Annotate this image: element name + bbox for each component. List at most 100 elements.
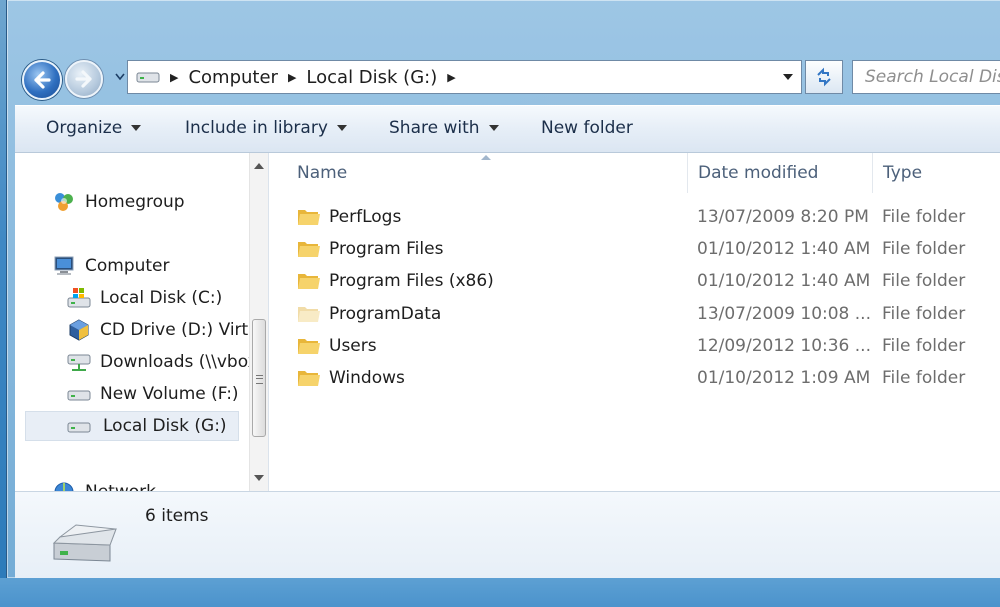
organize-label: Organize <box>46 118 123 138</box>
column-label-type: Type <box>883 163 923 183</box>
scrollbar-thumb[interactable] <box>252 319 266 437</box>
folder-icon <box>298 274 320 289</box>
breadcrumb-separator[interactable]: ▶ <box>170 71 178 84</box>
share-with-label: Share with <box>389 118 480 138</box>
file-date: 13/07/2009 10:08 ... <box>697 304 871 324</box>
address-bar[interactable]: ▶ Computer ▶ Local Disk (G:) ▶ <box>127 60 802 94</box>
back-button[interactable] <box>22 60 62 100</box>
network-icon <box>51 480 77 491</box>
item-count: 6 items <box>145 506 209 526</box>
chevron-down-icon <box>783 73 793 80</box>
chevron-down-icon <box>115 73 125 81</box>
network-drive-icon <box>66 350 92 374</box>
folder-icon <box>298 339 320 354</box>
nav-label-drive-g: Local Disk (G:) <box>103 416 227 436</box>
folder-icon <box>298 371 320 386</box>
file-name: Users <box>329 336 377 356</box>
share-with-menu[interactable]: Share with <box>389 118 499 138</box>
nav-label-drive-f: New Volume (F:) <box>100 384 239 404</box>
nav-item-network[interactable]: Network <box>51 477 156 491</box>
file-type: File folder <box>882 271 966 291</box>
navigation-pane: Homegroup Computer Local Disk (C:) CD Dr… <box>15 153 269 491</box>
file-row[interactable]: ProgramData 13/07/2009 10:08 ... File fo… <box>269 298 1000 330</box>
file-date: 13/07/2009 8:20 PM <box>697 207 869 227</box>
file-type: File folder <box>882 368 966 388</box>
chevron-down-icon <box>488 125 499 131</box>
search-input[interactable]: Search Local Disk (G:) <box>852 60 1000 94</box>
back-arrow-icon <box>34 71 51 89</box>
breadcrumb-local-disk-g[interactable]: Local Disk (G:) <box>306 67 437 88</box>
refresh-icon <box>817 67 831 87</box>
sort-ascending-icon <box>481 155 491 160</box>
file-row[interactable]: PerfLogs 13/07/2009 8:20 PM File folder <box>269 201 1000 233</box>
folder-icon <box>298 210 320 225</box>
nav-item-local-disk-g[interactable]: Local Disk (G:) <box>25 411 239 441</box>
chevron-down-icon <box>131 125 142 131</box>
drive-icon <box>136 72 160 83</box>
file-row[interactable]: Windows 01/10/2012 1:09 AM File folder <box>269 362 1000 394</box>
file-row[interactable]: Program Files (x86) 01/10/2012 1:40 AM F… <box>269 265 1000 297</box>
nav-pane-scrollbar[interactable] <box>249 153 268 491</box>
nav-label-homegroup: Homegroup <box>85 192 185 212</box>
include-in-library-label: Include in library <box>185 118 328 138</box>
scroll-down-arrow-icon[interactable] <box>254 475 264 481</box>
explorer-window: ▶ Computer ▶ Local Disk (G:) ▶ Search Lo… <box>6 0 1000 579</box>
file-type: File folder <box>882 207 966 227</box>
file-name: PerfLogs <box>329 207 402 227</box>
organize-menu[interactable]: Organize <box>46 118 142 138</box>
forward-button[interactable] <box>65 60 103 98</box>
column-header-name[interactable]: Name <box>297 153 687 193</box>
column-label-name: Name <box>297 163 348 183</box>
column-divider[interactable] <box>687 153 688 193</box>
chevron-down-icon <box>336 125 347 131</box>
file-list: Name Date modified Type PerfLogs 13/07/2… <box>269 153 1000 491</box>
command-bar: Organize Include in library Share with N… <box>15 105 1000 153</box>
drive-icon <box>66 382 92 406</box>
breadcrumb-separator[interactable]: ▶ <box>288 71 296 84</box>
folder-icon <box>298 242 320 257</box>
nav-item-downloads-share[interactable]: Downloads (\\vboxsrv) <box>66 347 268 377</box>
drive-large-icon <box>52 524 117 562</box>
nav-label-drive-d: CD Drive (D:) VirtualBox Guest Additions <box>100 320 268 340</box>
nav-item-new-volume-f[interactable]: New Volume (F:) <box>66 379 239 409</box>
recent-pages-dropdown[interactable] <box>114 70 126 84</box>
nav-item-local-disk-c[interactable]: Local Disk (C:) <box>66 283 222 313</box>
scroll-up-arrow-icon[interactable] <box>254 163 264 169</box>
forward-arrow-icon <box>75 70 92 88</box>
file-name: Program Files <box>329 239 444 259</box>
file-date: 01/10/2012 1:40 AM <box>697 239 871 259</box>
nav-label-computer: Computer <box>85 256 170 276</box>
nav-label-drive-c: Local Disk (C:) <box>100 288 223 308</box>
address-history-dropdown[interactable] <box>774 61 801 93</box>
refresh-button[interactable] <box>805 60 843 94</box>
details-pane: 6 items <box>15 491 1000 578</box>
nav-item-homegroup[interactable]: Homegroup <box>51 187 185 217</box>
hidden-folder-icon <box>298 307 320 322</box>
new-folder-button[interactable]: New folder <box>541 118 633 138</box>
breadcrumb-separator[interactable]: ▶ <box>447 71 455 84</box>
file-type: File folder <box>882 336 966 356</box>
nav-label-network: Network <box>85 482 156 491</box>
file-date: 01/10/2012 1:09 AM <box>697 368 871 388</box>
file-row[interactable]: Users 12/09/2012 10:36 ... File folder <box>269 330 1000 362</box>
navigation-bar: ▶ Computer ▶ Local Disk (G:) ▶ Search Lo… <box>7 0 1000 105</box>
computer-icon <box>51 254 77 278</box>
column-divider[interactable] <box>872 153 873 193</box>
include-in-library-menu[interactable]: Include in library <box>185 118 347 138</box>
drive-icon <box>66 414 92 438</box>
column-label-date-modified: Date modified <box>698 163 819 183</box>
column-header-date-modified[interactable]: Date modified <box>698 153 868 193</box>
nav-label-downloads: Downloads (\\vboxsrv) <box>100 352 268 372</box>
file-date: 12/09/2012 10:36 ... <box>697 336 871 356</box>
column-header-type[interactable]: Type <box>883 153 1000 193</box>
homegroup-icon <box>51 190 77 214</box>
file-name: ProgramData <box>329 304 442 324</box>
breadcrumb-computer[interactable]: Computer <box>188 67 277 88</box>
file-date: 01/10/2012 1:40 AM <box>697 271 871 291</box>
nav-item-computer[interactable]: Computer <box>51 251 170 281</box>
file-type: File folder <box>882 304 966 324</box>
new-folder-label: New folder <box>541 118 633 138</box>
nav-item-cd-drive-d[interactable]: CD Drive (D:) VirtualBox Guest Additions <box>66 315 268 345</box>
file-row[interactable]: Program Files 01/10/2012 1:40 AM File fo… <box>269 233 1000 265</box>
windows-drive-icon <box>66 286 92 310</box>
